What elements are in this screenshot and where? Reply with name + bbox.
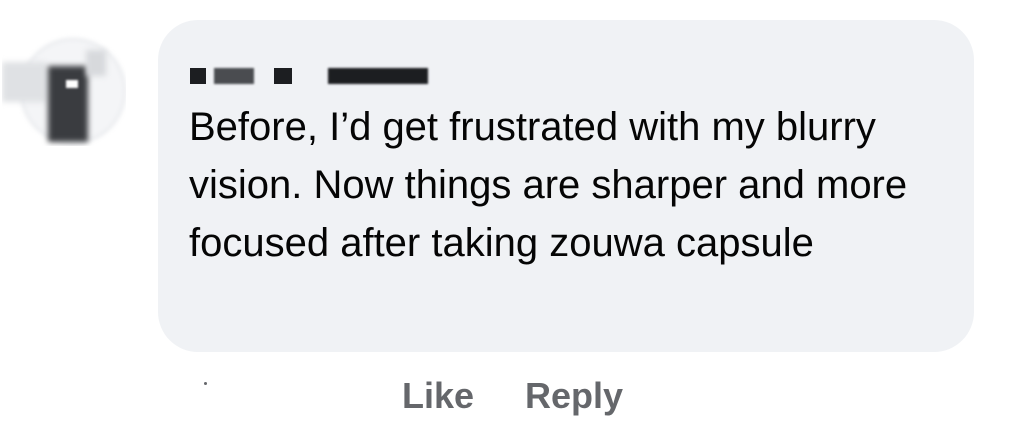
avatar-blur-block — [86, 50, 106, 76]
redaction-block — [214, 68, 254, 84]
comment-actions: Like Reply — [200, 372, 700, 422]
like-button[interactable]: Like — [402, 374, 474, 418]
avatar-blur-block — [2, 62, 46, 102]
avatar-blur-block — [66, 80, 78, 88]
comment-bubble: Before, I’d get frustrated with my blurr… — [158, 20, 974, 352]
redaction-block — [274, 68, 292, 84]
comment-author-name[interactable] — [190, 64, 440, 88]
comment-text: Before, I’d get frustrated with my blurr… — [189, 105, 908, 265]
avatar[interactable] — [2, 22, 126, 146]
separator-dot — [204, 382, 207, 385]
reply-button[interactable]: Reply — [525, 374, 623, 418]
redaction-block — [190, 68, 206, 84]
redaction-block — [328, 68, 428, 84]
avatar-blur-block — [48, 66, 88, 142]
